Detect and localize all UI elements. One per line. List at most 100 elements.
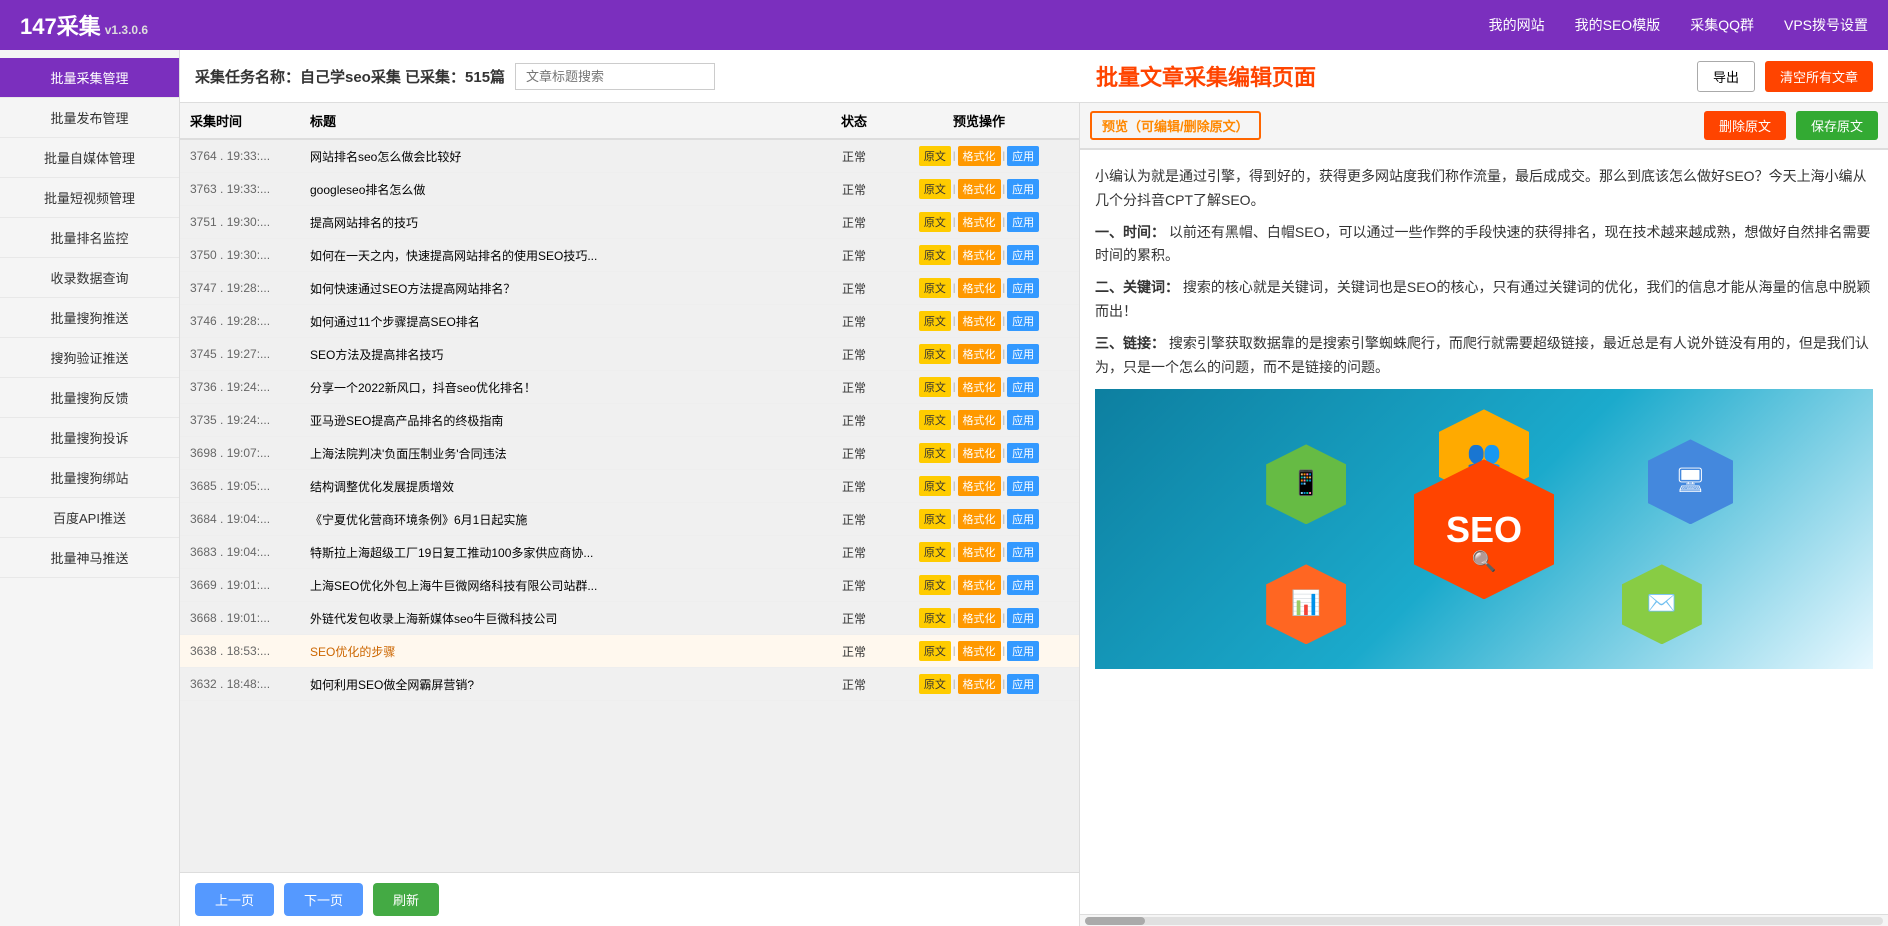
nav-vps-settings[interactable]: VPS拨号设置 xyxy=(1784,15,1868,35)
op-format-button[interactable]: 格式化 xyxy=(958,476,1001,496)
op-apply-button[interactable]: 应用 xyxy=(1007,608,1039,628)
op-format-button[interactable]: 格式化 xyxy=(958,641,1001,661)
op-orig-button[interactable]: 原文 xyxy=(919,344,951,364)
export-button[interactable]: 导出 xyxy=(1697,61,1755,92)
table-row[interactable]: 3746 . 19:28:... 如何通过11个步骤提高SEO排名 正常 原文 … xyxy=(180,305,1079,338)
table-row[interactable]: 3747 . 19:28:... 如何快速通过SEO方法提高网站排名？ 正常 原… xyxy=(180,272,1079,305)
op-orig-button[interactable]: 原文 xyxy=(919,476,951,496)
op-apply-button[interactable]: 应用 xyxy=(1007,410,1039,430)
op-apply-button[interactable]: 应用 xyxy=(1007,311,1039,331)
row-ops: 原文 | 格式化 | 应用 xyxy=(889,443,1069,463)
scroll-thumb[interactable] xyxy=(1085,917,1145,925)
delete-original-button[interactable]: 删除原文 xyxy=(1704,111,1786,140)
op-apply-button[interactable]: 应用 xyxy=(1007,278,1039,298)
op-orig-button[interactable]: 原文 xyxy=(919,278,951,298)
sidebar-item-video[interactable]: 批量短视频管理 xyxy=(0,178,179,218)
row-time: 3747 . 19:28:... xyxy=(190,281,310,295)
op-format-button[interactable]: 格式化 xyxy=(958,377,1001,397)
op-orig-button[interactable]: 原文 xyxy=(919,575,951,595)
table-row[interactable]: 3632 . 18:48:... 如何利用SEO做全网霸屏营销? 正常 原文 |… xyxy=(180,668,1079,701)
op-orig-button[interactable]: 原文 xyxy=(919,509,951,529)
op-orig-button[interactable]: 原文 xyxy=(919,608,951,628)
op-orig-button[interactable]: 原文 xyxy=(919,443,951,463)
op-apply-button[interactable]: 应用 xyxy=(1007,146,1039,166)
sidebar-item-shenma[interactable]: 批量神马推送 xyxy=(0,538,179,578)
table-row[interactable]: 3736 . 19:24:... 分享一个2022新风口，抖音seo优化排名！ … xyxy=(180,371,1079,404)
op-format-button[interactable]: 格式化 xyxy=(958,278,1001,298)
sidebar-item-collect[interactable]: 批量采集管理 xyxy=(0,58,179,98)
next-page-button[interactable]: 下一页 xyxy=(284,883,363,916)
sidebar-item-sogou-feedback[interactable]: 批量搜狗反馈 xyxy=(0,378,179,418)
op-apply-button[interactable]: 应用 xyxy=(1007,245,1039,265)
row-status: 正常 xyxy=(819,511,889,528)
op-orig-button[interactable]: 原文 xyxy=(919,542,951,562)
op-format-button[interactable]: 格式化 xyxy=(958,344,1001,364)
refresh-button[interactable]: 刷新 xyxy=(373,883,439,916)
sidebar-item-sogou-push[interactable]: 批量搜狗推送 xyxy=(0,298,179,338)
table-row[interactable]: 3764 . 19:33:... 网站排名seo怎么做会比较好 正常 原文 | … xyxy=(180,140,1079,173)
op-format-button[interactable]: 格式化 xyxy=(958,542,1001,562)
clear-all-button[interactable]: 清空所有文章 xyxy=(1765,61,1873,92)
op-orig-button[interactable]: 原文 xyxy=(919,179,951,199)
op-format-button[interactable]: 格式化 xyxy=(958,608,1001,628)
nav-my-seo[interactable]: 我的SEO模版 xyxy=(1575,15,1661,35)
op-apply-button[interactable]: 应用 xyxy=(1007,212,1039,232)
sidebar-item-sogou-complaint[interactable]: 批量搜狗投诉 xyxy=(0,418,179,458)
table-row[interactable]: 3685 . 19:05:... 结构调整优化发展提质增效 正常 原文 | 格式… xyxy=(180,470,1079,503)
op-format-button[interactable]: 格式化 xyxy=(958,245,1001,265)
op-apply-button[interactable]: 应用 xyxy=(1007,641,1039,661)
op-apply-button[interactable]: 应用 xyxy=(1007,542,1039,562)
table-row[interactable]: 3751 . 19:30:... 提高网站排名的技巧 正常 原文 | 格式化 |… xyxy=(180,206,1079,239)
op-apply-button[interactable]: 应用 xyxy=(1007,344,1039,364)
table-row[interactable]: 3698 . 19:07:... 上海法院判决'负面压制业务'合同违法 正常 原… xyxy=(180,437,1079,470)
table-row[interactable]: 3669 . 19:01:... 上海SEO优化外包上海牛巨微网络科技有限公司站… xyxy=(180,569,1079,602)
table-row[interactable]: 3683 . 19:04:... 特斯拉上海超级工厂19日复工推动100多家供应… xyxy=(180,536,1079,569)
table-row[interactable]: 3668 . 19:01:... 外链代发包收录上海新媒体seo牛巨微科技公司 … xyxy=(180,602,1079,635)
op-orig-button[interactable]: 原文 xyxy=(919,641,951,661)
op-apply-button[interactable]: 应用 xyxy=(1007,377,1039,397)
op-format-button[interactable]: 格式化 xyxy=(958,443,1001,463)
op-format-button[interactable]: 格式化 xyxy=(958,179,1001,199)
table-row[interactable]: 3745 . 19:27:... SEO方法及提高排名技巧 正常 原文 | 格式… xyxy=(180,338,1079,371)
op-format-button[interactable]: 格式化 xyxy=(958,212,1001,232)
table-row[interactable]: 3763 . 19:33:... googleseo排名怎么做 正常 原文 | … xyxy=(180,173,1079,206)
sidebar-item-publish[interactable]: 批量发布管理 xyxy=(0,98,179,138)
nav-my-site[interactable]: 我的网站 xyxy=(1489,15,1545,35)
sidebar-item-index-query[interactable]: 收录数据查询 xyxy=(0,258,179,298)
search-input[interactable] xyxy=(515,63,715,90)
horizontal-scrollbar[interactable] xyxy=(1080,914,1888,926)
op-apply-button[interactable]: 应用 xyxy=(1007,179,1039,199)
table-row[interactable]: 3750 . 19:30:... 如何在一天之内，快速提高网站排名的使用SEO技… xyxy=(180,239,1079,272)
op-orig-button[interactable]: 原文 xyxy=(919,377,951,397)
op-format-button[interactable]: 格式化 xyxy=(958,674,1001,694)
op-apply-button[interactable]: 应用 xyxy=(1007,674,1039,694)
op-orig-button[interactable]: 原文 xyxy=(919,674,951,694)
sidebar-item-sogou-bind[interactable]: 批量搜狗绑站 xyxy=(0,458,179,498)
op-apply-button[interactable]: 应用 xyxy=(1007,476,1039,496)
row-title: 结构调整优化发展提质增效 xyxy=(310,478,819,495)
sidebar-item-media[interactable]: 批量自媒体管理 xyxy=(0,138,179,178)
op-format-button[interactable]: 格式化 xyxy=(958,146,1001,166)
op-orig-button[interactable]: 原文 xyxy=(919,212,951,232)
op-format-button[interactable]: 格式化 xyxy=(958,311,1001,331)
op-format-button[interactable]: 格式化 xyxy=(958,509,1001,529)
prev-page-button[interactable]: 上一页 xyxy=(195,883,274,916)
op-orig-button[interactable]: 原文 xyxy=(919,410,951,430)
op-format-button[interactable]: 格式化 xyxy=(958,410,1001,430)
row-title: 如何快速通过SEO方法提高网站排名？ xyxy=(310,280,819,297)
op-apply-button[interactable]: 应用 xyxy=(1007,575,1039,595)
op-format-button[interactable]: 格式化 xyxy=(958,575,1001,595)
op-orig-button[interactable]: 原文 xyxy=(919,245,951,265)
sidebar-item-baidu-api[interactable]: 百度API推送 xyxy=(0,498,179,538)
op-orig-button[interactable]: 原文 xyxy=(919,311,951,331)
save-original-button[interactable]: 保存原文 xyxy=(1796,111,1878,140)
sidebar-item-rank-monitor[interactable]: 批量排名监控 xyxy=(0,218,179,258)
op-orig-button[interactable]: 原文 xyxy=(919,146,951,166)
nav-collect-qq[interactable]: 采集QQ群 xyxy=(1690,15,1754,35)
sidebar-item-sogou-verify[interactable]: 搜狗验证推送 xyxy=(0,338,179,378)
table-row[interactable]: 3735 . 19:24:... 亚马逊SEO提高产品排名的终极指南 正常 原文… xyxy=(180,404,1079,437)
op-apply-button[interactable]: 应用 xyxy=(1007,443,1039,463)
table-row[interactable]: 3684 . 19:04:... 《宁夏优化营商环境条例》6月1日起实施 正常 … xyxy=(180,503,1079,536)
op-apply-button[interactable]: 应用 xyxy=(1007,509,1039,529)
table-row[interactable]: 3638 . 18:53:... SEO优化的步骤 正常 原文 | 格式化 | … xyxy=(180,635,1079,668)
